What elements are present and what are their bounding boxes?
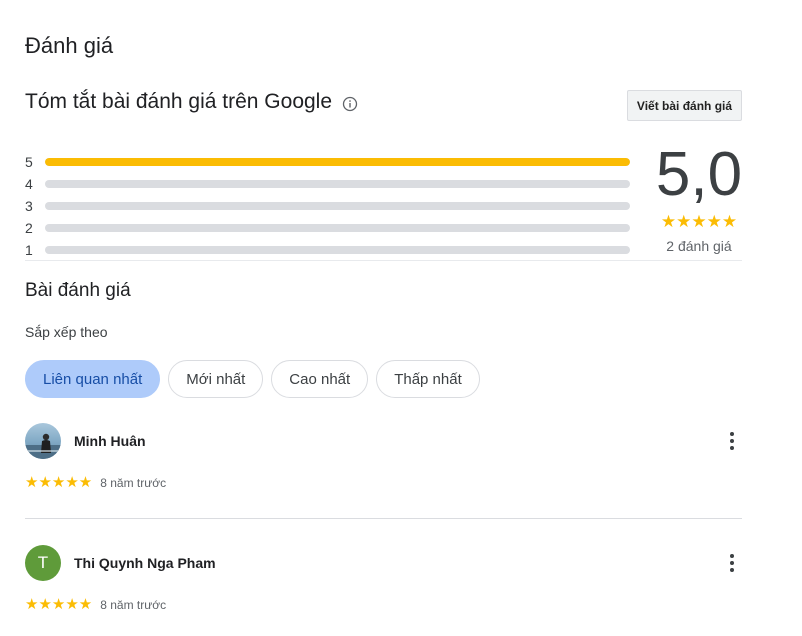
rating-bar-row: 4 bbox=[25, 173, 635, 195]
rating-bar-label: 1 bbox=[25, 242, 33, 258]
write-review-button[interactable]: Viết bài đánh giá bbox=[627, 90, 742, 121]
sort-chip-highest[interactable]: Cao nhất bbox=[271, 360, 369, 398]
rating-bar-label: 3 bbox=[25, 198, 33, 214]
review-time: 8 năm trước bbox=[100, 476, 167, 490]
review-meta: ★★★★★ 8 năm trước bbox=[25, 475, 742, 491]
sort-chip-lowest[interactable]: Thấp nhất bbox=[376, 360, 480, 398]
rating-bar-row: 5 bbox=[25, 151, 635, 173]
review-time: 8 năm trước bbox=[100, 598, 167, 612]
summary-title-row: Tóm tắt bài đánh giá trên Google bbox=[25, 89, 358, 115]
reviewer-name[interactable]: Thi Quynh Nga Pham bbox=[74, 555, 216, 571]
divider bbox=[25, 518, 742, 519]
rating-bar-label: 2 bbox=[25, 220, 33, 236]
review-header: T Thi Quynh Nga Pham bbox=[25, 545, 742, 581]
sort-chip-newest[interactable]: Mới nhất bbox=[168, 360, 264, 398]
page-title: Đánh giá bbox=[25, 33, 114, 58]
review-stars: ★★★★★ bbox=[25, 596, 93, 613]
reviews-page: Đánh giá Tóm tắt bài đánh giá trên Googl… bbox=[0, 0, 802, 636]
info-icon[interactable] bbox=[342, 93, 358, 112]
rating-bar-track bbox=[45, 224, 630, 232]
review-header: Minh Huân bbox=[25, 423, 742, 459]
sort-label: Sắp xếp theo bbox=[25, 324, 108, 340]
average-rating-block: 5,0 ★★★★★ 2 đánh giá bbox=[648, 140, 750, 254]
rating-bar-track bbox=[45, 158, 630, 166]
rating-bar-label: 4 bbox=[25, 176, 33, 192]
avatar[interactable]: T bbox=[25, 545, 61, 581]
rating-bar-row: 2 bbox=[25, 217, 635, 239]
more-options-icon[interactable] bbox=[722, 427, 742, 455]
review-item: T Thi Quynh Nga Pham ★★★★★ 8 năm trước bbox=[25, 545, 742, 613]
summary-title: Tóm tắt bài đánh giá trên Google bbox=[25, 90, 333, 113]
review-stars: ★★★★★ bbox=[25, 474, 93, 491]
divider bbox=[25, 260, 742, 261]
rating-bar-track bbox=[45, 202, 630, 210]
avatar[interactable] bbox=[25, 423, 61, 459]
rating-bar-row: 3 bbox=[25, 195, 635, 217]
sort-chip-relevant[interactable]: Liên quan nhất bbox=[25, 360, 161, 398]
rating-bar-label: 5 bbox=[25, 154, 33, 170]
review-count: 2 đánh giá bbox=[666, 238, 732, 254]
average-rating-stars: ★★★★★ bbox=[660, 212, 738, 231]
rating-bar-fill bbox=[45, 158, 630, 166]
reviews-section-title: Bài đánh giá bbox=[25, 280, 131, 301]
more-options-icon[interactable] bbox=[722, 549, 742, 577]
review-item: Minh Huân ★★★★★ 8 năm trước bbox=[25, 423, 742, 491]
reviewer-name[interactable]: Minh Huân bbox=[74, 433, 146, 449]
review-meta: ★★★★★ 8 năm trước bbox=[25, 597, 742, 613]
average-rating-value: 5,0 bbox=[655, 140, 743, 209]
sort-chips: Liên quan nhất Mới nhất Cao nhất Thấp nh… bbox=[25, 360, 480, 398]
rating-bar-track bbox=[45, 180, 630, 188]
rating-distribution: 5 4 3 2 1 bbox=[25, 151, 635, 261]
rating-bar-row: 1 bbox=[25, 239, 635, 261]
rating-bar-track bbox=[45, 246, 630, 254]
